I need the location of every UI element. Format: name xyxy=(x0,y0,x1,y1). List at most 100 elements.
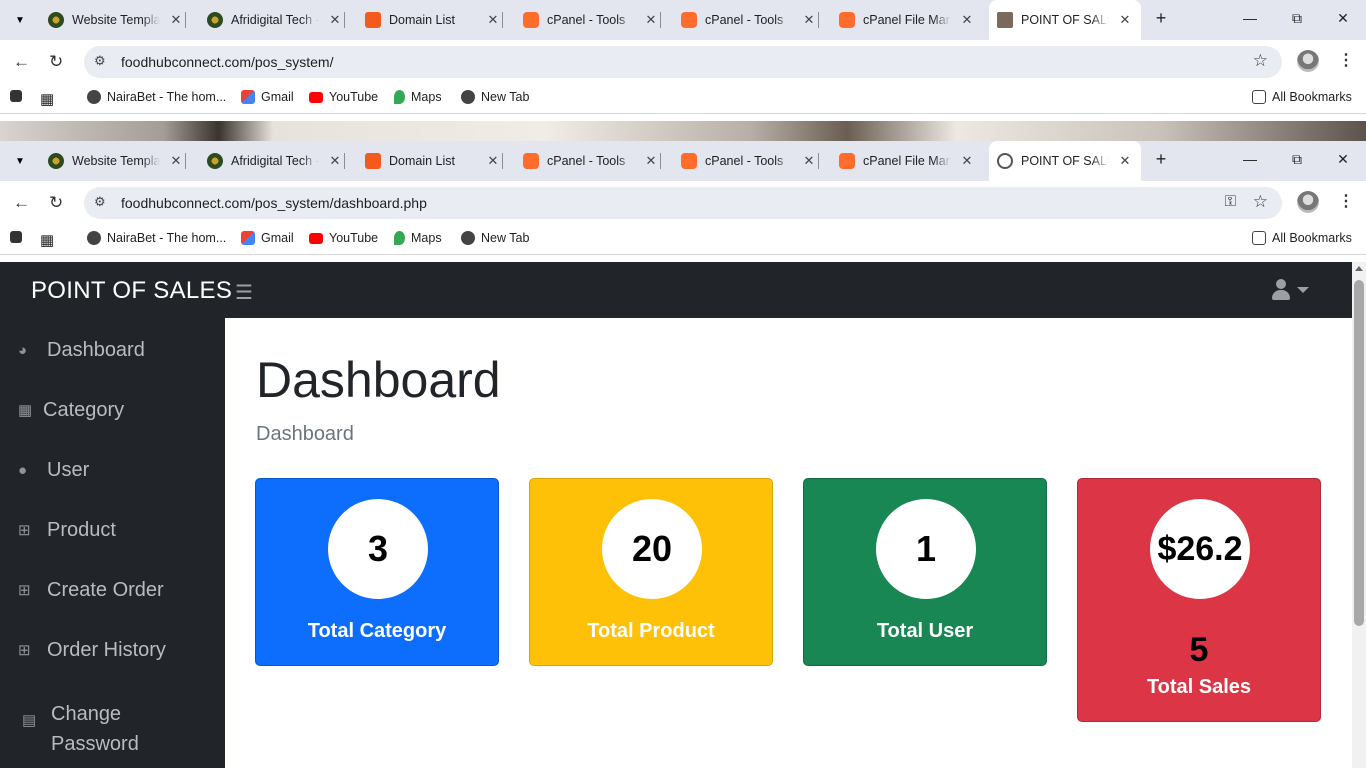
globe-dark-icon xyxy=(207,12,223,28)
password-key-icon[interactable]: ⚿ xyxy=(1225,193,1236,210)
bookmarks-bar: ▦ NairaBet - The hom... Gmail YouTube Ma… xyxy=(0,84,1366,114)
tab[interactable]: cPanel - Tools ✕ xyxy=(681,6,819,34)
close-icon[interactable]: ✕ xyxy=(170,153,182,169)
site-info-icon[interactable]: ⚙ xyxy=(94,53,106,69)
tab[interactable]: Domain List ✕ xyxy=(365,6,503,34)
site-info-icon[interactable]: ⚙ xyxy=(94,194,106,210)
sidebar-item-category[interactable]: ▦ Category xyxy=(18,399,124,422)
bookmark-new-tab[interactable]: New Tab xyxy=(461,90,529,104)
close-icon[interactable]: ✕ xyxy=(961,153,973,169)
sidebar-item-user[interactable]: ● User xyxy=(18,459,89,482)
bookmark-maps[interactable]: Maps xyxy=(394,231,442,245)
close-icon[interactable]: ✕ xyxy=(1119,12,1131,28)
tab[interactable]: cPanel - Tools ✕ xyxy=(523,147,661,175)
sidebar-item-product[interactable]: ⊞ Product xyxy=(18,519,116,542)
tab-title: POINT OF SALES xyxy=(1021,13,1109,27)
bookmark-nairabet[interactable]: NairaBet - The hom... xyxy=(87,90,226,104)
close-icon[interactable]: ✕ xyxy=(961,12,973,28)
sidebar-item-change-password[interactable]: ▤ Change Password xyxy=(22,699,139,759)
gmail-icon xyxy=(241,231,255,245)
tab[interactable]: Afridigital Tech - ✕ xyxy=(207,6,345,34)
close-window-button[interactable]: ✕ xyxy=(1333,151,1353,168)
omnibox[interactable]: ⚙ foodhubconnect.com/pos_system/dashboar… xyxy=(84,187,1282,219)
user-icon xyxy=(1271,279,1291,301)
cpanel-icon xyxy=(523,12,539,28)
new-tab-button[interactable]: + xyxy=(1151,149,1171,170)
restore-button[interactable]: ⧉ xyxy=(1287,10,1307,27)
bookmark-gmail[interactable]: Gmail xyxy=(241,231,294,245)
tab-title: POINT OF SALES xyxy=(1021,154,1109,168)
new-tab-button[interactable]: + xyxy=(1151,8,1171,29)
close-icon[interactable]: ✕ xyxy=(803,12,815,28)
tab-title: cPanel - Tools xyxy=(705,13,784,27)
bookmark-star-icon[interactable]: ☆ xyxy=(1253,51,1268,71)
tab-active[interactable]: POINT OF SALES ✕ xyxy=(989,141,1141,181)
more-menu-icon[interactable]: ⋮ xyxy=(1338,191,1354,211)
bookmark-gmail[interactable]: Gmail xyxy=(241,90,294,104)
sidebar-item-order-history[interactable]: ⊞ Order History xyxy=(18,639,166,662)
tab[interactable]: Afridigital Tech - ✕ xyxy=(207,147,345,175)
back-arrow-icon[interactable]: ← xyxy=(13,52,30,72)
minimize-button[interactable]: — xyxy=(1240,151,1260,167)
omnibox[interactable]: ⚙ foodhubconnect.com/pos_system/ ☆ xyxy=(84,46,1282,78)
minimize-button[interactable]: — xyxy=(1240,10,1260,26)
brand-title[interactable]: POINT OF SALES xyxy=(31,277,232,305)
stat-card-user: 1 Total User xyxy=(803,478,1047,666)
sidebar-item-dashboard[interactable]: ◕ Dashboard xyxy=(18,339,145,362)
chevron-down-icon: ▼ xyxy=(15,155,25,167)
profile-avatar[interactable] xyxy=(1297,50,1319,72)
sidebar-toggle-icon[interactable] xyxy=(10,90,28,102)
bookmark-nairabet[interactable]: NairaBet - The hom... xyxy=(87,231,226,245)
tab[interactable]: cPanel File Mana ✕ xyxy=(839,147,973,175)
stat-label: Total Category xyxy=(307,620,447,642)
close-icon[interactable]: ✕ xyxy=(170,12,182,28)
bookmark-youtube[interactable]: YouTube xyxy=(309,90,378,104)
hamburger-menu-icon[interactable]: ☰ xyxy=(235,280,253,305)
close-icon[interactable]: ✕ xyxy=(645,12,657,28)
tab[interactable]: cPanel File Mana ✕ xyxy=(839,6,973,34)
tab[interactable]: cPanel - Tools ✕ xyxy=(523,6,661,34)
close-icon[interactable]: ✕ xyxy=(803,153,815,169)
close-icon[interactable]: ✕ xyxy=(329,12,341,28)
restore-button[interactable]: ⧉ xyxy=(1287,151,1307,168)
close-icon[interactable]: ✕ xyxy=(487,153,499,169)
tab[interactable]: Domain List ✕ xyxy=(365,147,503,175)
tab[interactable]: cPanel - Tools ✕ xyxy=(681,147,819,175)
tab-title: Afridigital Tech - xyxy=(231,13,319,27)
back-arrow-icon[interactable]: ← xyxy=(13,193,30,213)
scrollbar-thumb[interactable] xyxy=(1354,280,1364,626)
sidebar-item-create-order[interactable]: ⊞ Create Order xyxy=(18,579,164,602)
page-scrollbar[interactable] xyxy=(1352,262,1366,768)
bookmark-new-tab[interactable]: New Tab xyxy=(461,231,529,245)
close-icon[interactable]: ✕ xyxy=(329,153,341,169)
bookmark-maps[interactable]: Maps xyxy=(394,90,442,104)
close-window-button[interactable]: ✕ xyxy=(1333,10,1353,27)
tab[interactable]: Website Templat ✕ xyxy=(48,6,186,34)
close-icon[interactable]: ✕ xyxy=(1119,153,1131,169)
tab-search-button[interactable]: ▼ xyxy=(8,8,32,32)
close-icon[interactable]: ✕ xyxy=(487,12,499,28)
globe-dark-icon xyxy=(48,153,64,169)
close-icon[interactable]: ✕ xyxy=(645,153,657,169)
more-menu-icon[interactable]: ⋮ xyxy=(1338,50,1354,70)
tab-title: cPanel File Mana xyxy=(863,13,951,27)
tab-search-button[interactable]: ▼ xyxy=(8,149,32,173)
apps-grid-icon[interactable]: ▦ xyxy=(40,231,54,249)
apps-grid-icon[interactable]: ▦ xyxy=(40,90,54,108)
sidebar-toggle-icon[interactable] xyxy=(10,231,28,243)
bookmark-youtube[interactable]: YouTube xyxy=(309,231,378,245)
all-bookmarks[interactable]: All Bookmarks xyxy=(1252,90,1352,104)
bookmark-star-icon[interactable]: ☆ xyxy=(1253,192,1268,212)
tab[interactable]: Website Templat ✕ xyxy=(48,147,186,175)
profile-avatar[interactable] xyxy=(1297,191,1319,213)
reload-icon[interactable]: ↻ xyxy=(49,193,63,213)
sidebar-item-label: Create Order xyxy=(47,579,164,601)
reload-icon[interactable]: ↻ xyxy=(49,52,63,72)
youtube-icon xyxy=(309,91,323,103)
scroll-up-arrow-icon[interactable] xyxy=(1355,266,1363,271)
all-bookmarks[interactable]: All Bookmarks xyxy=(1252,231,1352,245)
user-dropdown[interactable] xyxy=(1271,279,1309,301)
url-text: foodhubconnect.com/pos_system/ xyxy=(121,54,334,70)
tab-active[interactable]: POINT OF SALES ✕ xyxy=(989,0,1141,40)
url-text: foodhubconnect.com/pos_system/dashboard.… xyxy=(121,195,427,211)
